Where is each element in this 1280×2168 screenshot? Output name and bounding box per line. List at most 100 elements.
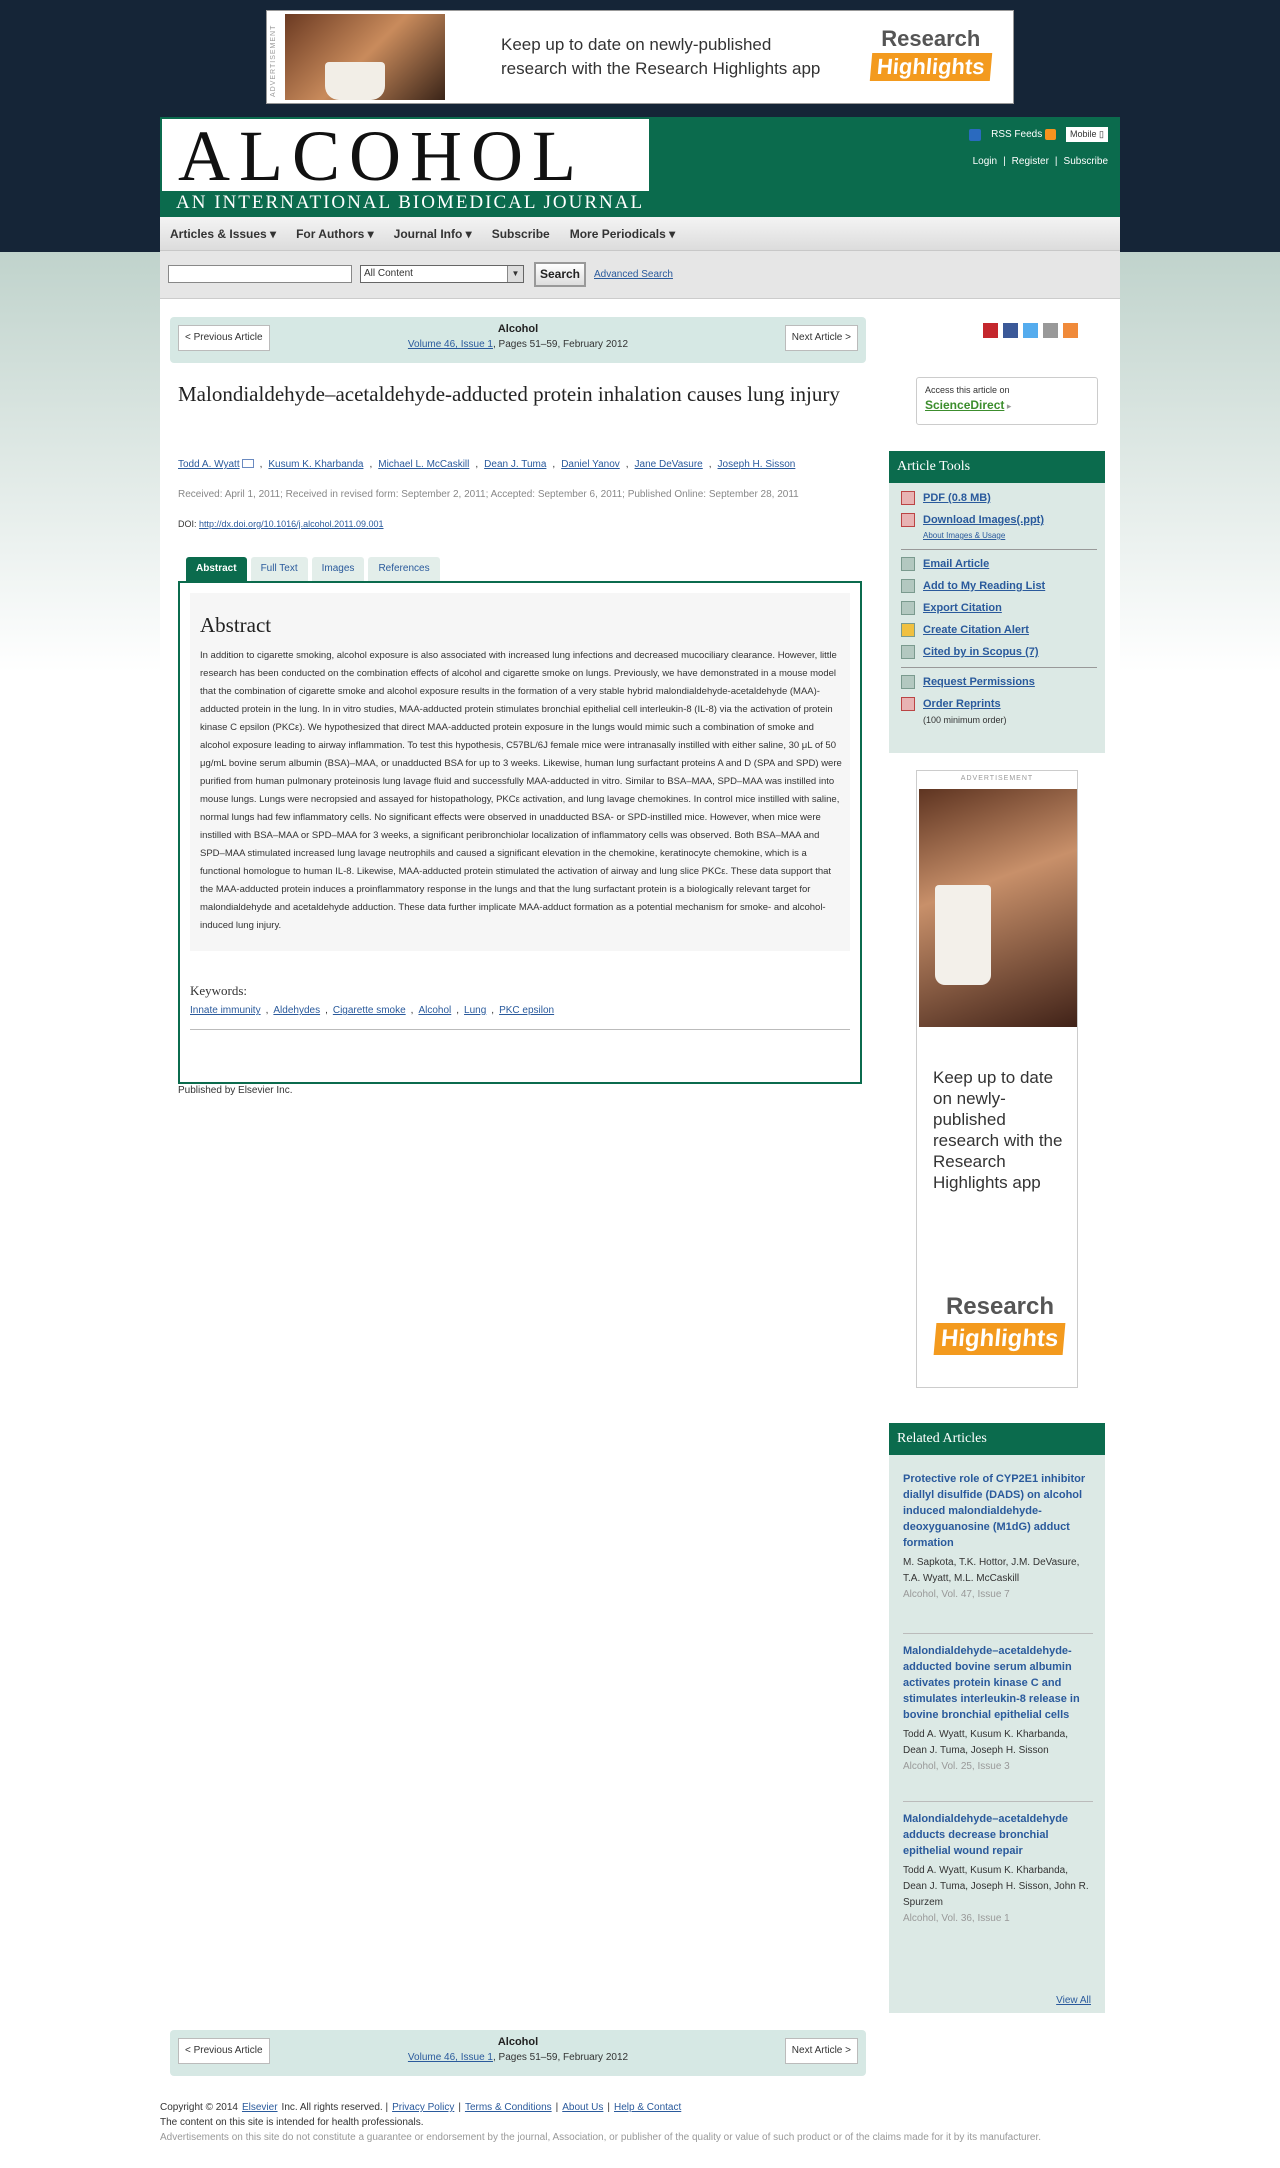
author-link[interactable]: Todd A. Wyatt — [178, 459, 240, 470]
side-advertisement[interactable]: ADVERTISEMENT Keep up to date on newly-p… — [916, 770, 1078, 1388]
nav-more-periodicals[interactable]: More Periodicals ▾ — [570, 227, 675, 241]
doi-link[interactable]: http://dx.doi.org/10.1016/j.alcohol.2011… — [199, 519, 383, 529]
tab-full-text[interactable]: Full Text — [250, 557, 308, 581]
ppt-icon — [901, 513, 915, 527]
keyword-link[interactable]: Alcohol — [418, 1005, 451, 1016]
citation-alert-link[interactable]: Create Citation Alert — [923, 624, 1029, 636]
privacy-policy-link[interactable]: Privacy Policy — [392, 2100, 454, 2115]
related-article-title[interactable]: Malondialdehyde–acetaldehyde adducts dec… — [903, 1811, 1093, 1859]
alert-icon — [901, 623, 915, 637]
article-navigation-bottom: < Previous Article Alcohol Volume 46, Is… — [170, 2030, 866, 2076]
author-link[interactable]: Kusum K. Kharbanda — [268, 459, 363, 470]
author-link[interactable]: Michael L. McCaskill — [378, 459, 469, 470]
journal-title: ALCOHOL — [178, 116, 585, 196]
pdf-link[interactable]: PDF (0.8 MB) — [923, 492, 991, 504]
author-link[interactable]: Jane DeVasure — [635, 459, 703, 470]
email-article-link[interactable]: Email Article — [923, 558, 989, 570]
advanced-search-link[interactable]: Advanced Search — [594, 269, 673, 280]
rights-text: Inc. All rights reserved. | — [281, 2102, 389, 2113]
rss-icon — [1045, 128, 1057, 140]
search-button[interactable]: Search — [534, 262, 586, 287]
ad-text: Keep up to date on newly-published resea… — [933, 1068, 1063, 1192]
keyword-link[interactable]: PKC epsilon — [499, 1005, 554, 1016]
article-title: Malondialdehyde–acetaldehyde-adducted pr… — [178, 382, 840, 406]
mobile-link[interactable]: Mobile ▯ — [1066, 127, 1108, 142]
keyword-link[interactable]: Aldehydes — [273, 1005, 320, 1016]
article-dates: Received: April 1, 2011; Received in rev… — [178, 489, 799, 500]
volume-link[interactable]: Volume 46, Issue 1 — [408, 2052, 493, 2063]
keyword-link[interactable]: Lung — [464, 1005, 486, 1016]
about-us-link[interactable]: About Us — [562, 2100, 603, 2115]
nav-articles-issues[interactable]: Articles & Issues ▾ — [170, 227, 276, 241]
terms-link[interactable]: Terms & Conditions — [465, 2100, 552, 2115]
tab-images[interactable]: Images — [311, 557, 365, 581]
email-icon[interactable] — [1043, 323, 1058, 338]
reading-list-link[interactable]: Add to My Reading List — [923, 580, 1045, 592]
nav-subscribe[interactable]: Subscribe — [492, 227, 550, 241]
related-article-authors: Todd A. Wyatt, Kusum K. Kharbanda, Dean … — [903, 1865, 1089, 1908]
divider — [901, 549, 1097, 550]
journal-subtitle: AN INTERNATIONAL BIOMEDICAL JOURNAL — [162, 191, 649, 215]
ad-photo — [919, 789, 1077, 1027]
sciencedirect-link[interactable]: ScienceDirect — [925, 398, 1004, 412]
twitter-icon[interactable] — [1023, 323, 1038, 338]
login-link[interactable]: Login — [973, 156, 997, 167]
next-article-button[interactable]: Next Article > — [784, 325, 858, 351]
related-article-journal: Alcohol, Vol. 36, Issue 1 — [903, 1913, 1010, 1924]
cup-image — [935, 885, 991, 985]
tab-references[interactable]: References — [368, 557, 440, 581]
article-tools: Article Tools PDF (0.8 MB) Download Imag… — [889, 451, 1105, 753]
journal-logo[interactable]: ALCOHOL AN INTERNATIONAL BIOMEDICAL JOUR… — [162, 116, 649, 215]
pages-info: , Pages 51–59, February 2012 — [492, 2052, 629, 2063]
next-article-button[interactable]: Next Article > — [784, 2038, 858, 2064]
download-images-link[interactable]: Download Images(.ppt) — [923, 514, 1044, 526]
search-input[interactable] — [168, 265, 352, 283]
volume-link[interactable]: Volume 46, Issue 1 — [408, 339, 493, 350]
related-article-title[interactable]: Malondialdehyde–acetaldehyde-adducted bo… — [903, 1643, 1093, 1723]
help-contact-link[interactable]: Help & Contact — [614, 2100, 681, 2115]
health-notice: The content on this site is intended for… — [160, 2117, 424, 2128]
subscribe-link[interactable]: Subscribe — [1064, 156, 1108, 167]
pdf-icon — [901, 491, 915, 505]
footer: Copyright © 2014 Elsevier Inc. All right… — [160, 2100, 1120, 2145]
nav-journal-info[interactable]: Journal Info ▾ — [394, 227, 472, 241]
tab-abstract[interactable]: Abstract — [186, 557, 247, 581]
header-links: RSS Feeds Mobile ▯ Login | Register | Su… — [969, 127, 1108, 167]
divider — [190, 1029, 850, 1030]
ad-label: ADVERTISEMENT — [960, 775, 1034, 782]
rss-feeds-link[interactable]: RSS Feeds — [991, 128, 1057, 140]
mendeley-icon[interactable] — [983, 323, 998, 338]
request-permissions-link[interactable]: Request Permissions — [923, 676, 1035, 688]
society-icon[interactable] — [969, 128, 982, 141]
related-article-title[interactable]: Protective role of CYP2E1 inhibitor dial… — [903, 1471, 1093, 1551]
keyword-link[interactable]: Innate immunity — [190, 1005, 261, 1016]
elsevier-link[interactable]: Elsevier — [242, 2100, 278, 2115]
share-plus-icon[interactable] — [1063, 323, 1078, 338]
facebook-icon[interactable] — [1003, 323, 1018, 338]
author-link[interactable]: Dean J. Tuma — [484, 459, 546, 470]
about-images-link[interactable]: About Images & Usage — [923, 531, 1005, 540]
author-link[interactable]: Joseph H. Sisson — [718, 459, 796, 470]
cited-by-scopus-link[interactable]: Cited by in Scopus (7) — [923, 646, 1039, 658]
email-icon — [901, 557, 915, 571]
envelope-icon[interactable] — [241, 459, 254, 468]
ad-text: Keep up to date on newly-published resea… — [501, 35, 821, 78]
top-advertisement[interactable]: ADVERTISEMENT Keep up to date on newly-p… — [266, 10, 1014, 104]
related-article: Malondialdehyde–acetaldehyde adducts dec… — [903, 1811, 1093, 1927]
keywords-heading: Keywords: — [190, 983, 248, 998]
search-bar: All Content ▼ Search Advanced Search — [160, 251, 1120, 299]
keyword-link[interactable]: Cigarette smoke — [333, 1005, 406, 1016]
chevron-right-icon: ▸ — [1006, 401, 1012, 411]
divider — [903, 1801, 1093, 1802]
reprints-icon — [901, 697, 915, 711]
related-article-journal: Alcohol, Vol. 25, Issue 3 — [903, 1761, 1010, 1772]
order-reprints-link[interactable]: Order Reprints — [923, 698, 1001, 710]
journal-name: Alcohol — [497, 323, 539, 335]
search-scope-select[interactable]: All Content ▼ — [360, 265, 524, 283]
register-link[interactable]: Register — [1012, 156, 1049, 167]
view-all-link[interactable]: View All — [1056, 1995, 1091, 2006]
author-link[interactable]: Daniel Yanov — [561, 459, 620, 470]
export-citation-link[interactable]: Export Citation — [923, 602, 1002, 614]
main-nav: Articles & Issues ▾ For Authors ▾ Journa… — [160, 217, 1120, 251]
nav-for-authors[interactable]: For Authors ▾ — [296, 227, 374, 241]
